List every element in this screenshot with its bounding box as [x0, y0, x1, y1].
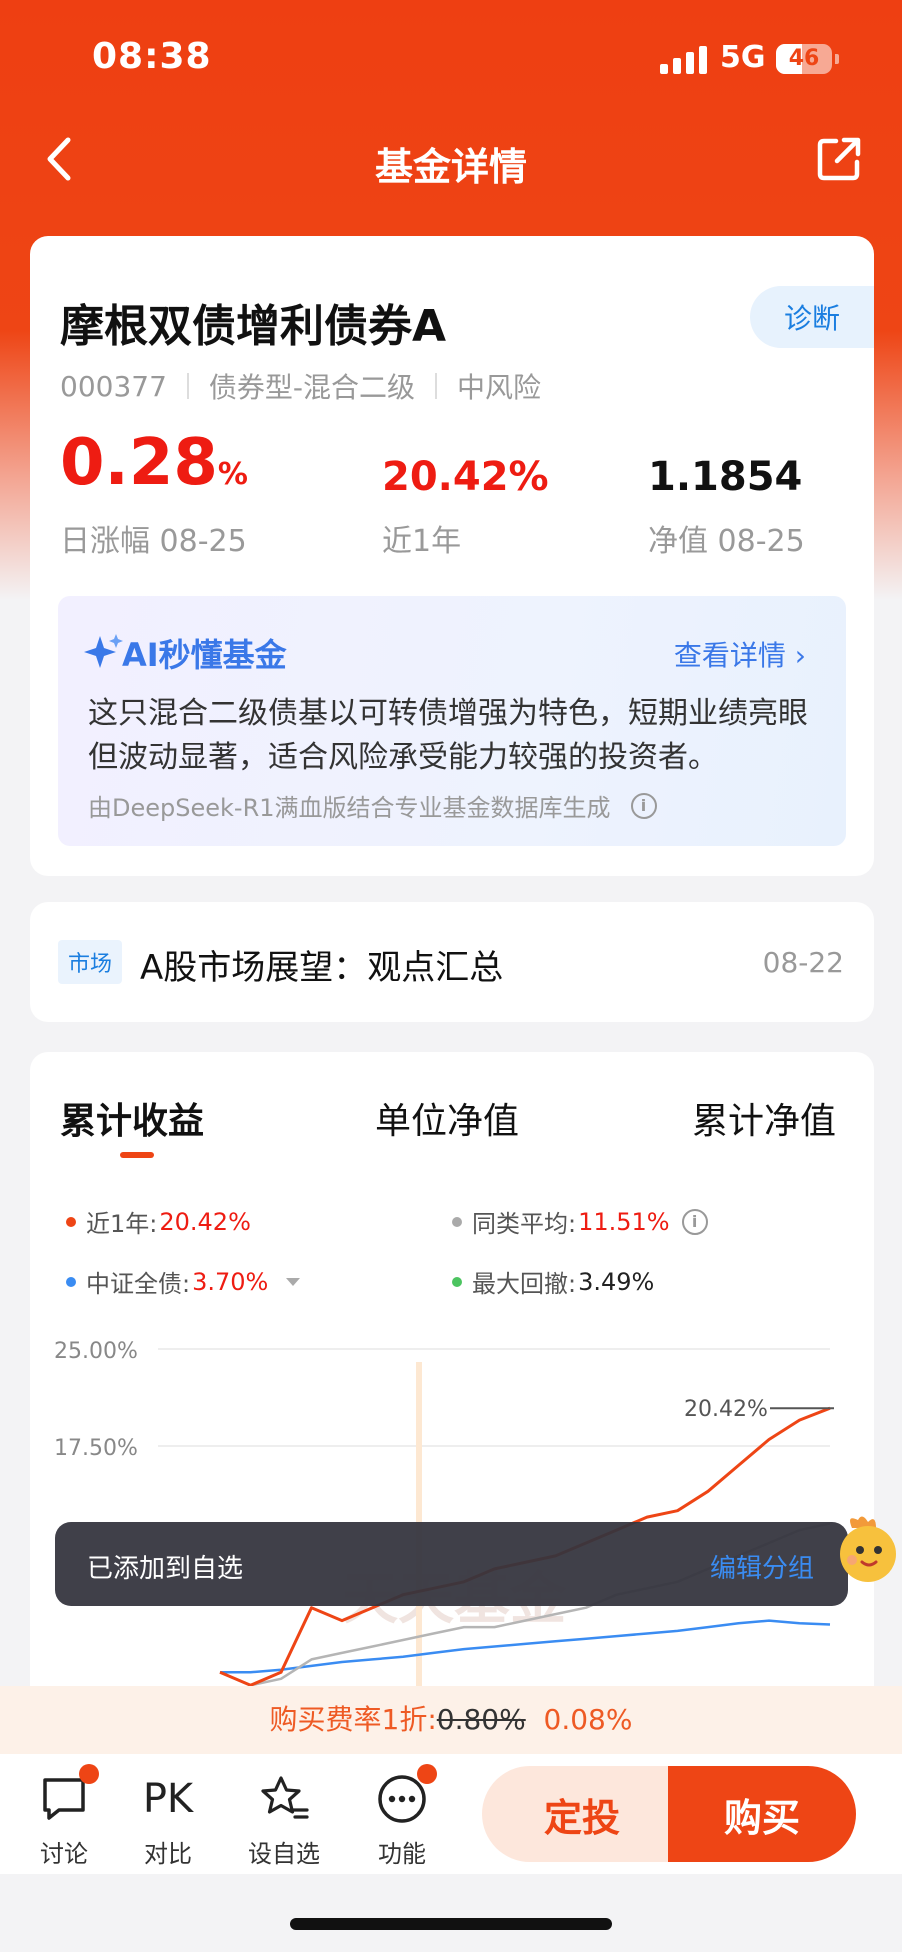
discuss-button[interactable]: 讨论: [14, 1764, 114, 1869]
end-value-label: 20.42%: [684, 1397, 768, 1422]
ai-footnote-text: 由DeepSeek-R1满血版结合专业基金数据库生成: [88, 794, 611, 822]
fund-type: 债券型-混合二级: [208, 371, 415, 404]
mascot-icon[interactable]: [832, 1510, 902, 1590]
news-title: A股市场展望：观点汇总: [140, 948, 504, 988]
daily-change-value: 0.28: [60, 426, 218, 500]
divider: [435, 373, 437, 399]
home-indicator: [290, 1918, 612, 1930]
year-return-label: 近1年: [382, 524, 462, 559]
battery-level: 46: [788, 46, 820, 71]
daily-change-unit: %: [217, 457, 248, 492]
notification-dot: [417, 1764, 437, 1784]
battery-icon: 46: [776, 44, 832, 74]
ai-footnote: 由DeepSeek-R1满血版结合专业基金数据库生成 i: [88, 788, 657, 823]
ai-view-details-link[interactable]: 查看详情 ›: [674, 634, 806, 674]
more-functions-icon: [375, 1764, 437, 1826]
return-line-chart[interactable]: 天天基金25.00%17.50%20.42%: [30, 1052, 874, 1712]
y-tick-label: 25.00%: [54, 1339, 138, 1364]
market-news-card[interactable]: 市场 A股市场展望：观点汇总 08-22: [30, 902, 874, 1022]
daily-change: 0.28%: [60, 426, 248, 500]
bottom-action-bar: 讨论 PK 对比 设自选 功能 定投 购买: [0, 1754, 902, 1874]
ai-summary-panel[interactable]: AI秒懂基金 查看详情 › 这只混合二级债基以可转债增强为特色，短期业绩亮眼但波…: [58, 596, 846, 846]
sparkle-icon: [84, 634, 123, 668]
daily-change-label: 日涨幅 08-25: [60, 524, 247, 559]
signal-icon: [660, 44, 707, 74]
functions-label: 功能: [378, 1840, 426, 1868]
auto-invest-button[interactable]: 定投: [482, 1766, 682, 1862]
star-list-icon: [257, 1772, 311, 1826]
compare-button[interactable]: PK 对比: [118, 1772, 218, 1869]
buy-button[interactable]: 购买: [668, 1766, 856, 1862]
compare-label: 对比: [144, 1840, 192, 1868]
page-title: 基金详情: [374, 145, 527, 189]
share-icon: [817, 137, 861, 181]
edit-group-button[interactable]: 编辑分组: [710, 1548, 814, 1585]
chat-bubble-icon: [37, 1764, 99, 1826]
toast-message: 已添加到自选: [87, 1554, 244, 1584]
info-icon[interactable]: i: [630, 792, 657, 819]
year-return-value: 20.42%: [382, 454, 549, 500]
notification-dot: [79, 1764, 99, 1784]
discuss-label: 讨论: [40, 1840, 88, 1868]
fund-summary-card: 摩根双债增利债券A 诊断 000377 债券型-混合二级 中风险 0.28% 日…: [30, 236, 874, 876]
fee-banner[interactable]: 购买费率1折:0.80% 0.08%: [0, 1686, 902, 1754]
ai-summary-text: 这只混合二级债基以可转债增强为特色，短期业绩亮眼但波动显著，适合风险承受能力较强…: [88, 696, 808, 775]
watchlist-label: 设自选: [248, 1840, 320, 1868]
fee-current: 0.08%: [543, 1703, 633, 1736]
status-bar: 08:38 5G 46: [0, 0, 902, 120]
network-type: 5G: [720, 40, 766, 75]
performance-chart-card: 累计收益 单位净值 累计净值 近1年: 20.42% 同类平均: 11.51% …: [30, 1052, 874, 1712]
fee-original: 0.80%: [436, 1703, 526, 1736]
share-button[interactable]: [816, 136, 862, 182]
fund-code: 000377: [60, 369, 167, 403]
ai-title: AI秒懂基金: [122, 636, 287, 674]
toast-notification: 已添加到自选 编辑分组: [55, 1522, 848, 1606]
divider: [186, 373, 189, 399]
nav-value: 1.1854: [648, 454, 803, 500]
news-tag: 市场: [58, 940, 123, 984]
y-tick-label: 17.50%: [54, 1436, 138, 1461]
fund-meta: 000377 债券型-混合二级 中风险: [60, 366, 541, 406]
pk-icon: PK: [142, 1776, 194, 1822]
battery-tip: [835, 54, 839, 64]
diagnose-button[interactable]: 诊断: [750, 286, 874, 348]
functions-button[interactable]: 功能: [352, 1764, 452, 1869]
fund-risk: 中风险: [457, 371, 542, 404]
add-watchlist-button[interactable]: 设自选: [234, 1772, 334, 1869]
news-date: 08-22: [762, 946, 844, 979]
status-time: 08:38: [92, 36, 212, 77]
fee-prefix: 购买费率1折:: [269, 1703, 437, 1736]
fund-name: 摩根双债增利债券A: [60, 301, 447, 352]
nav-label: 净值 08-25: [648, 524, 805, 559]
